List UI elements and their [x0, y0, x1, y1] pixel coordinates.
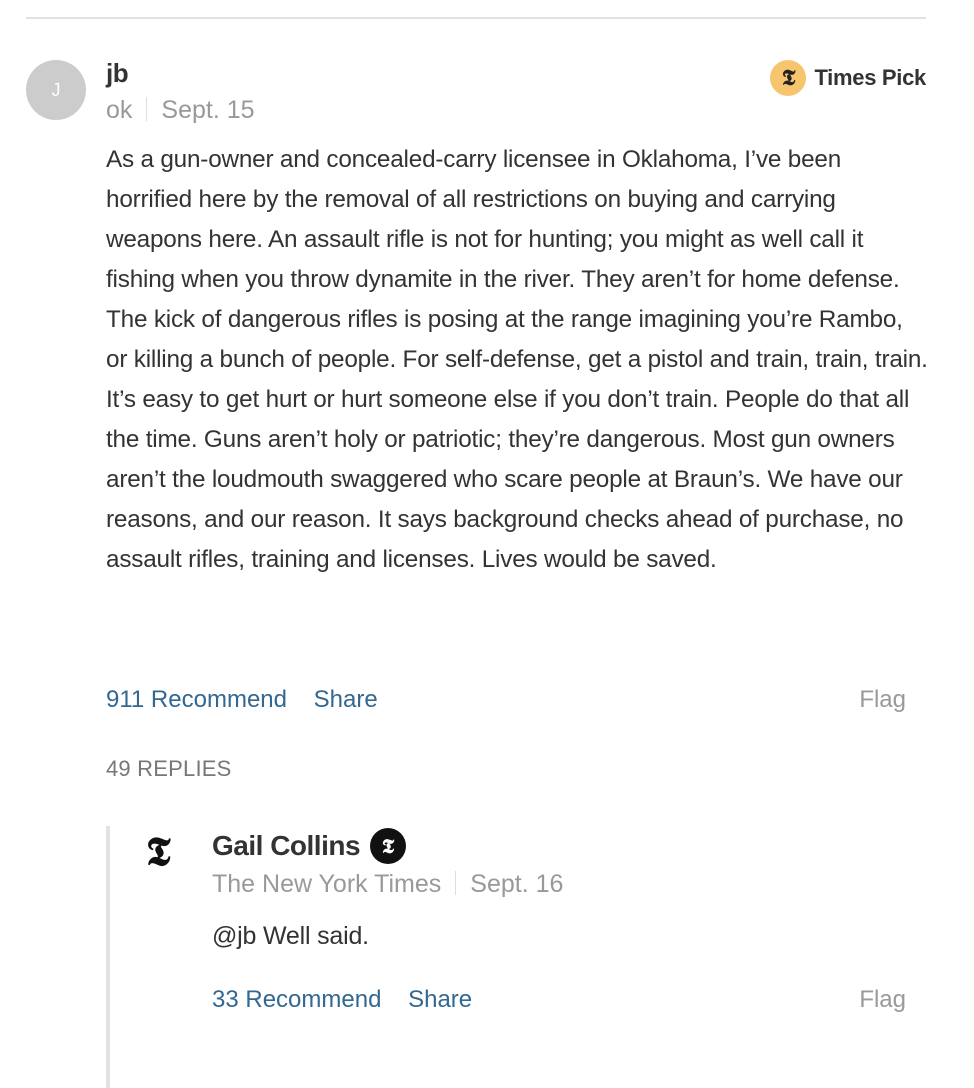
- reply-actions: 33 Recommend Share Flag: [212, 986, 906, 1014]
- meta-separator: [146, 97, 148, 121]
- comment-body: As a gun-owner and concealed-carry licen…: [106, 146, 928, 573]
- share-button[interactable]: Share: [314, 686, 378, 713]
- avatar: J: [26, 60, 86, 120]
- reply-share-button[interactable]: Share: [408, 986, 472, 1013]
- times-pick-label: Times Pick: [814, 65, 926, 90]
- reply-author-row: Gail Collins 𝕿: [212, 828, 407, 864]
- meta-separator: [455, 871, 457, 895]
- times-pick-badge: 𝕿 Times Pick: [770, 60, 926, 96]
- reply-flag-button[interactable]: Flag: [859, 986, 906, 1014]
- comment-meta: ok Sept. 15: [106, 96, 255, 125]
- comment-author: jb: [106, 58, 129, 88]
- nyt-t-icon: 𝕿: [770, 60, 807, 96]
- top-divider: [26, 17, 926, 19]
- reply-body: @jb Well said.: [212, 922, 369, 950]
- nyt-logo-icon: 𝕿: [146, 828, 171, 875]
- reply-date: Sept. 16: [470, 870, 564, 898]
- reply-meta: The New York Times Sept. 16: [212, 870, 563, 899]
- recommend-button[interactable]: 911 Recommend: [106, 686, 287, 713]
- reply-author: Gail Collins: [212, 830, 361, 861]
- comment-actions: 911 Recommend Share Flag: [106, 686, 906, 714]
- comment-date: Sept. 15: [161, 96, 255, 124]
- reply-affiliation: The New York Times: [212, 870, 442, 898]
- comment-location: ok: [106, 96, 133, 124]
- avatar-initial: J: [51, 79, 61, 100]
- nyt-verified-icon: 𝕿: [370, 828, 407, 864]
- flag-button[interactable]: Flag: [859, 686, 906, 714]
- reply-thread-line: [106, 826, 110, 1088]
- reply-recommend-button[interactable]: 33 Recommend: [212, 986, 381, 1013]
- replies-toggle[interactable]: 49 REPLIES: [106, 756, 232, 782]
